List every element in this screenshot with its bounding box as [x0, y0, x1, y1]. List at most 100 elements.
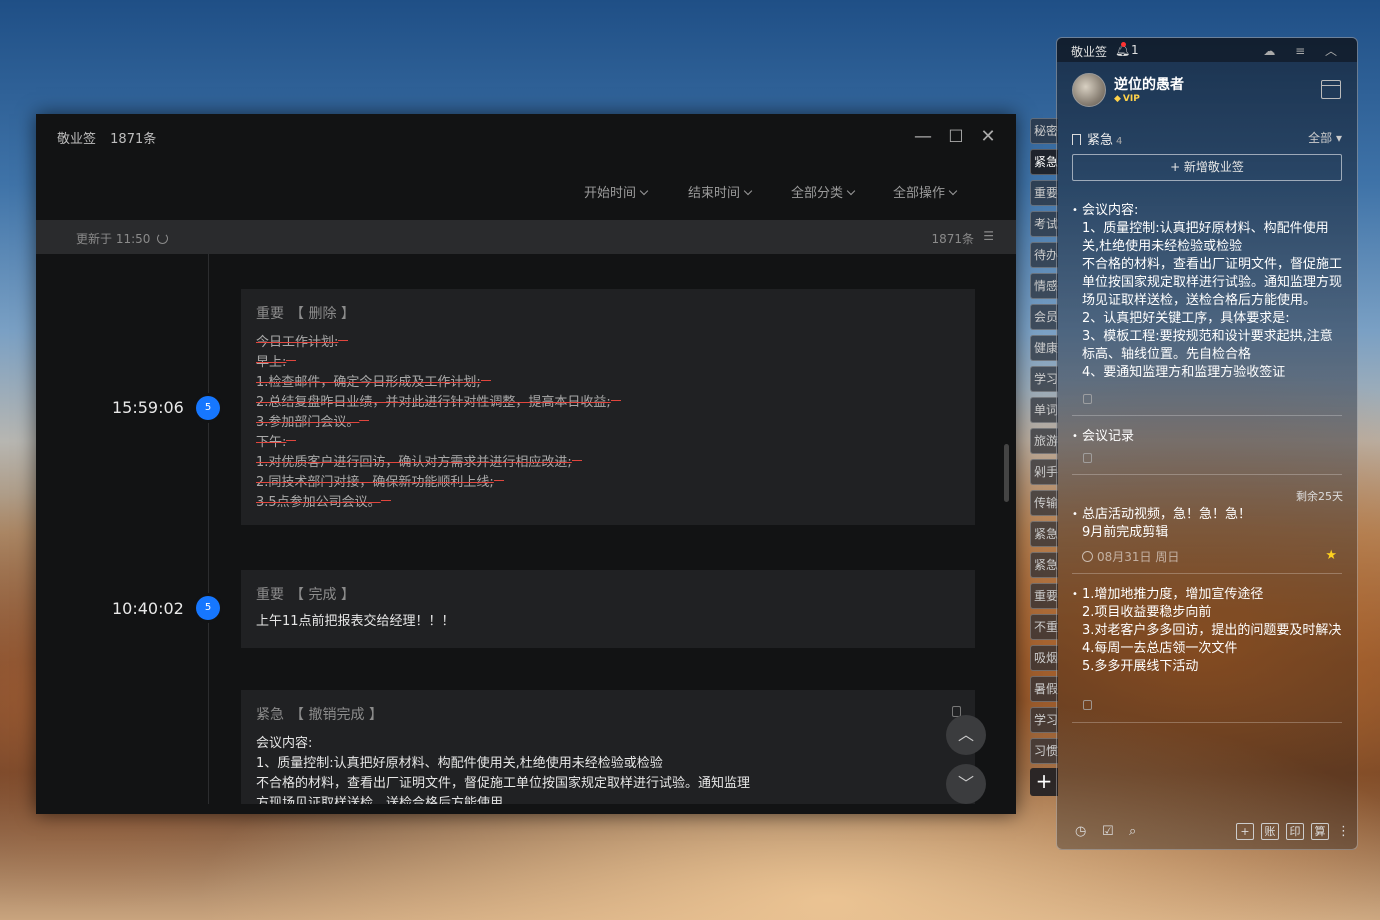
note-line: 3、模板工程:要按规范和设计要求起拱,注意标高、轴线位置。先自检合格 — [1082, 329, 1333, 362]
content-line: 今日工作计划: — [256, 335, 348, 350]
panel-window-icons[interactable]: ☁ ≡ ︿ — [1263, 42, 1345, 59]
content-line: 方现场见证取样送检，送检合格后方能使用 — [256, 796, 504, 804]
card-header: 紧急【 撤销完成 】 — [256, 704, 383, 724]
chevron-down-icon — [948, 186, 958, 196]
scrollbar-thumb[interactable] — [1004, 444, 1009, 502]
category-tab[interactable]: 紧急 — [1030, 552, 1058, 578]
checklist-icon[interactable]: ☑ — [1102, 824, 1114, 839]
content-line: 1、质量控制:认真把好原材料、构配件使用关,杜绝使用未经检验或检验 — [256, 756, 663, 771]
note-line: 4、要通知监理方和监理方验收签证 — [1082, 365, 1286, 380]
category-tab[interactable]: 暑假 — [1030, 676, 1058, 702]
add-category-button[interactable]: + — [1030, 768, 1058, 796]
category-tab[interactable]: 习惯 — [1030, 738, 1058, 764]
card-content: 会议内容: 1、质量控制:认真把好原材料、构配件使用关,杜绝使用未经检验或检验 … — [256, 734, 795, 804]
note-line: 1、质量控制:认真把好原材料、构配件使用关,杜绝使用未经检验或检验 — [1082, 221, 1329, 254]
note-text: 1.增加地推力度，增加宣传途径 2.项目收益要稳步向前 3.对老客户多多回访，提… — [1072, 586, 1342, 676]
filter-label: 全部分类 — [791, 186, 844, 201]
note-line: 总店活动视频，急！急！急！ — [1082, 507, 1252, 522]
category-count: 4 — [1116, 136, 1123, 147]
divider — [1072, 573, 1342, 574]
note-line: 2.项目收益要稳步向前 — [1082, 605, 1212, 620]
list-view-icon[interactable]: ☰ — [983, 229, 994, 243]
app-name: 敬业签 — [57, 132, 97, 147]
bullet-icon: • — [1072, 431, 1078, 442]
category-tab[interactable]: 待办 — [1030, 242, 1058, 268]
panel-titlebar: 敬业签 🔔︎ 1 ☁ ≡ ︿ — [1057, 38, 1357, 62]
note-text: 总店活动视频，急！急！急！ 9月前完成剪辑 — [1072, 506, 1342, 542]
category-tab[interactable]: 传输 — [1030, 490, 1058, 516]
maximize-button[interactable]: ☐ — [945, 126, 967, 148]
bell-icon[interactable]: 🔔︎ — [1115, 42, 1130, 57]
category-tab[interactable]: 情感 — [1030, 273, 1058, 299]
star-icon[interactable]: ★ — [1325, 548, 1337, 563]
note-line: 2、认真把好关键工序，具体要求是: — [1082, 311, 1290, 326]
add-icon[interactable]: + — [1236, 823, 1254, 840]
note-item[interactable]: • 会议内容: 1、质量控制:认真把好原材料、构配件使用关,杜绝使用未经检验或检… — [1072, 202, 1342, 388]
category-tab[interactable]: 考试 — [1030, 211, 1058, 237]
history-card[interactable]: 重要【 完成 】 上午11点前把报表交给经理！！！ — [241, 570, 975, 648]
divider — [1072, 415, 1342, 416]
minimize-button[interactable]: — — [912, 126, 934, 148]
history-icon[interactable]: ◷ — [1075, 824, 1086, 839]
entry-badge: 5 — [196, 396, 220, 420]
scroll-up-button[interactable]: ︿ — [946, 715, 986, 755]
sticky-note-panel: 敬业签 🔔︎ 1 ☁ ≡ ︿ 逆位的愚者 VIP 紧急4 全部 ▾ + 新增敬业… — [1056, 37, 1358, 850]
avatar[interactable] — [1072, 73, 1106, 107]
close-button[interactable]: ✕ — [977, 126, 999, 148]
category-filter-dropdown[interactable]: 全部 ▾ — [1308, 129, 1342, 146]
category-tab[interactable]: 秘密 — [1030, 118, 1058, 144]
card-header: 重要【 完成 】 — [256, 584, 355, 604]
category-tab[interactable]: 紧急 — [1030, 521, 1058, 547]
category-tab[interactable]: 吸烟 — [1030, 645, 1058, 671]
print-button[interactable]: 印 — [1286, 823, 1304, 840]
reminder-date: 08月31日 周日 — [1082, 548, 1179, 565]
scroll-down-button[interactable]: ﹀ — [946, 764, 986, 804]
category-tab[interactable]: 单词 — [1030, 397, 1058, 423]
category-tab[interactable]: 重要 — [1030, 583, 1058, 609]
content-line: 1.检查邮件，确定今日形成及工作计划; — [256, 375, 491, 390]
calendar-icon[interactable] — [1321, 80, 1341, 99]
refresh-icon[interactable] — [157, 233, 169, 244]
account-button[interactable]: 账 — [1261, 823, 1279, 840]
category-tab[interactable]: 会员 — [1030, 304, 1058, 330]
category-tab[interactable]: 剁手 — [1030, 459, 1058, 485]
category-tab[interactable]: 学习 — [1030, 707, 1058, 733]
add-note-button[interactable]: + 新增敬业签 — [1072, 154, 1342, 181]
note-line: 9月前完成剪辑 — [1082, 525, 1169, 540]
note-line: 3.对老客户多多回访，提出的问题要及时解决 — [1082, 623, 1342, 638]
card-action: 【 撤销完成 】 — [290, 707, 383, 723]
lock-icon — [1083, 700, 1092, 710]
lock-icon — [1083, 394, 1092, 404]
end-time-filter[interactable]: 结束时间 — [688, 182, 753, 201]
filter-label: 结束时间 — [688, 186, 741, 201]
note-line: 不合格的材料，查看出厂证明文件，督促施工单位按国家规定取样进行试验。通知监理方现… — [1082, 257, 1342, 308]
category-tab[interactable]: 学习 — [1030, 366, 1058, 392]
user-name[interactable]: 逆位的愚者 — [1114, 74, 1184, 94]
operation-filter[interactable]: 全部操作 — [893, 182, 958, 201]
category-filter[interactable]: 全部分类 — [791, 182, 856, 201]
calculator-button[interactable]: 算 — [1311, 823, 1329, 840]
notification-count: 1 — [1131, 43, 1139, 57]
category-tab[interactable]: 旅游 — [1030, 428, 1058, 454]
note-item[interactable]: • 1.增加地推力度，增加宣传途径 2.项目收益要稳步向前 3.对老客户多多回访… — [1072, 586, 1342, 676]
timeline-line — [208, 254, 209, 804]
history-card[interactable]: 紧急【 撤销完成 】 会议内容: 1、质量控制:认真把好原材料、构配件使用关,杜… — [241, 690, 975, 804]
content-line: 下午: — [256, 435, 296, 450]
start-time-filter[interactable]: 开始时间 — [584, 182, 649, 201]
divider — [1072, 474, 1342, 475]
search-icon[interactable]: ⌕ — [1129, 824, 1136, 839]
chevron-down-icon — [639, 186, 649, 196]
content-line: 3.5点参加公司会议。 — [256, 495, 391, 510]
category-tab[interactable]: 健康 — [1030, 335, 1058, 361]
category-tab-active[interactable]: 紧急 — [1030, 149, 1058, 175]
panel-app-name: 敬业签 — [1071, 45, 1108, 59]
history-card[interactable]: 重要【 删除 】 今日工作计划: 早上: 1.检查邮件，确定今日形成及工作计划;… — [241, 289, 975, 525]
category-tab[interactable]: 重要 — [1030, 180, 1058, 206]
note-item[interactable]: • 总店活动视频，急！急！急！ 9月前完成剪辑 — [1072, 506, 1342, 542]
note-item[interactable]: • 会议记录 — [1072, 428, 1342, 446]
remaining-days: 剩余25天 — [1296, 490, 1343, 503]
more-icon[interactable]: ⋮ — [1337, 824, 1350, 839]
card-category: 重要 — [256, 587, 284, 603]
category-tab[interactable]: 不重 — [1030, 614, 1058, 640]
content-line: 上午11点前把报表交给经理！！！ — [256, 614, 455, 629]
